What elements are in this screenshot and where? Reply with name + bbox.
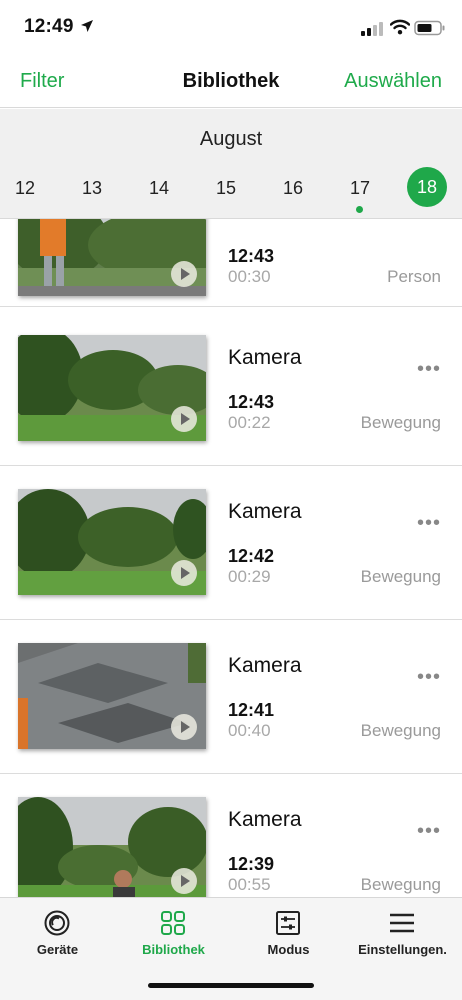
home-indicator — [148, 983, 314, 988]
day-18-selected[interactable]: 18 — [407, 167, 447, 207]
day-selector: 12 13 14 15 16 17 18 — [0, 167, 462, 213]
play-icon — [171, 261, 197, 287]
video-thumbnail[interactable] — [18, 335, 206, 441]
video-thumbnail[interactable] — [18, 643, 206, 749]
navigation-bar: Filter Bibliothek Auswählen — [0, 56, 462, 108]
tab-label: Einstellungen. — [358, 942, 447, 957]
wifi-icon — [390, 19, 410, 35]
video-thumbnail[interactable] — [18, 797, 206, 897]
list-item[interactable]: 12:43 00:30 Person — [0, 219, 462, 307]
event-duration: 00:22 — [228, 413, 271, 432]
play-icon — [171, 714, 197, 740]
day-14[interactable]: 14 — [139, 168, 179, 208]
play-icon — [171, 868, 197, 894]
list-item[interactable]: Kamera ••• 12:43 00:22 Bewegung — [0, 312, 462, 466]
more-options-icon[interactable]: ••• — [417, 667, 441, 687]
more-options-icon[interactable]: ••• — [417, 513, 441, 533]
month-label: August — [199, 128, 263, 150]
tab-devices[interactable]: Geräte — [10, 898, 105, 968]
camera-name: Kamera — [228, 500, 302, 523]
more-options-icon[interactable]: ••• — [417, 821, 441, 841]
event-type: Bewegung — [360, 567, 441, 586]
more-options-icon[interactable]: ••• — [417, 359, 441, 379]
camera-name: Kamera — [228, 346, 302, 369]
day-15[interactable]: 15 — [206, 168, 246, 208]
tab-label: Geräte — [36, 942, 79, 957]
event-duration: 00:40 — [228, 721, 271, 740]
tab-library[interactable]: Bibliothek — [126, 898, 221, 968]
day-16[interactable]: 16 — [273, 168, 313, 208]
cellular-signal-icon — [361, 22, 383, 36]
event-duration: 00:29 — [228, 567, 271, 586]
location-arrow-icon — [81, 20, 93, 32]
camera-name: Kamera — [228, 808, 302, 831]
event-type: Person — [387, 267, 441, 286]
devices-icon — [44, 910, 70, 936]
event-duration: 00:55 — [228, 875, 271, 894]
status-bar: 12:49 — [0, 0, 462, 56]
list-item[interactable]: Kamera ••• 12:41 00:40 Bewegung — [0, 620, 462, 774]
camera-name: Kamera — [228, 654, 302, 677]
tab-settings[interactable]: Einstellungen. — [350, 898, 455, 968]
event-time: 12:41 — [228, 700, 275, 720]
event-time: 12:39 — [228, 854, 275, 874]
event-time: 12:43 — [228, 392, 275, 412]
tab-label: Modus — [267, 942, 310, 957]
events-marker-dot — [356, 206, 363, 213]
event-time: 12:43 — [228, 246, 275, 266]
library-grid-icon — [161, 911, 185, 935]
status-time: 12:49 — [24, 16, 74, 37]
battery-icon — [414, 20, 445, 36]
select-button[interactable]: Auswählen — [344, 70, 442, 93]
day-17[interactable]: 17 — [340, 168, 380, 208]
event-type: Bewegung — [360, 721, 441, 740]
list-item[interactable]: Kamera ••• 12:42 00:29 Bewegung — [0, 466, 462, 620]
event-type: Bewegung — [360, 875, 441, 894]
event-duration: 00:30 — [228, 267, 271, 286]
tab-label: Bibliothek — [142, 942, 205, 957]
event-time: 12:42 — [228, 546, 275, 566]
tab-mode[interactable]: Modus — [241, 898, 336, 968]
menu-icon — [390, 913, 414, 933]
mode-sliders-icon — [276, 911, 300, 935]
date-strip: August 12 13 14 15 16 17 18 — [0, 109, 462, 219]
play-icon — [171, 406, 197, 432]
list-item[interactable]: Kamera ••• 12:39 00:55 Bewegung — [0, 774, 462, 897]
event-list[interactable]: 12:43 00:30 Person Kamera ••• 12:43 00:2… — [0, 219, 462, 897]
video-thumbnail[interactable] — [18, 219, 206, 296]
play-icon — [171, 560, 197, 586]
event-type: Bewegung — [360, 413, 441, 432]
day-12[interactable]: 12 — [5, 168, 45, 208]
video-thumbnail[interactable] — [18, 489, 206, 595]
day-13[interactable]: 13 — [72, 168, 112, 208]
